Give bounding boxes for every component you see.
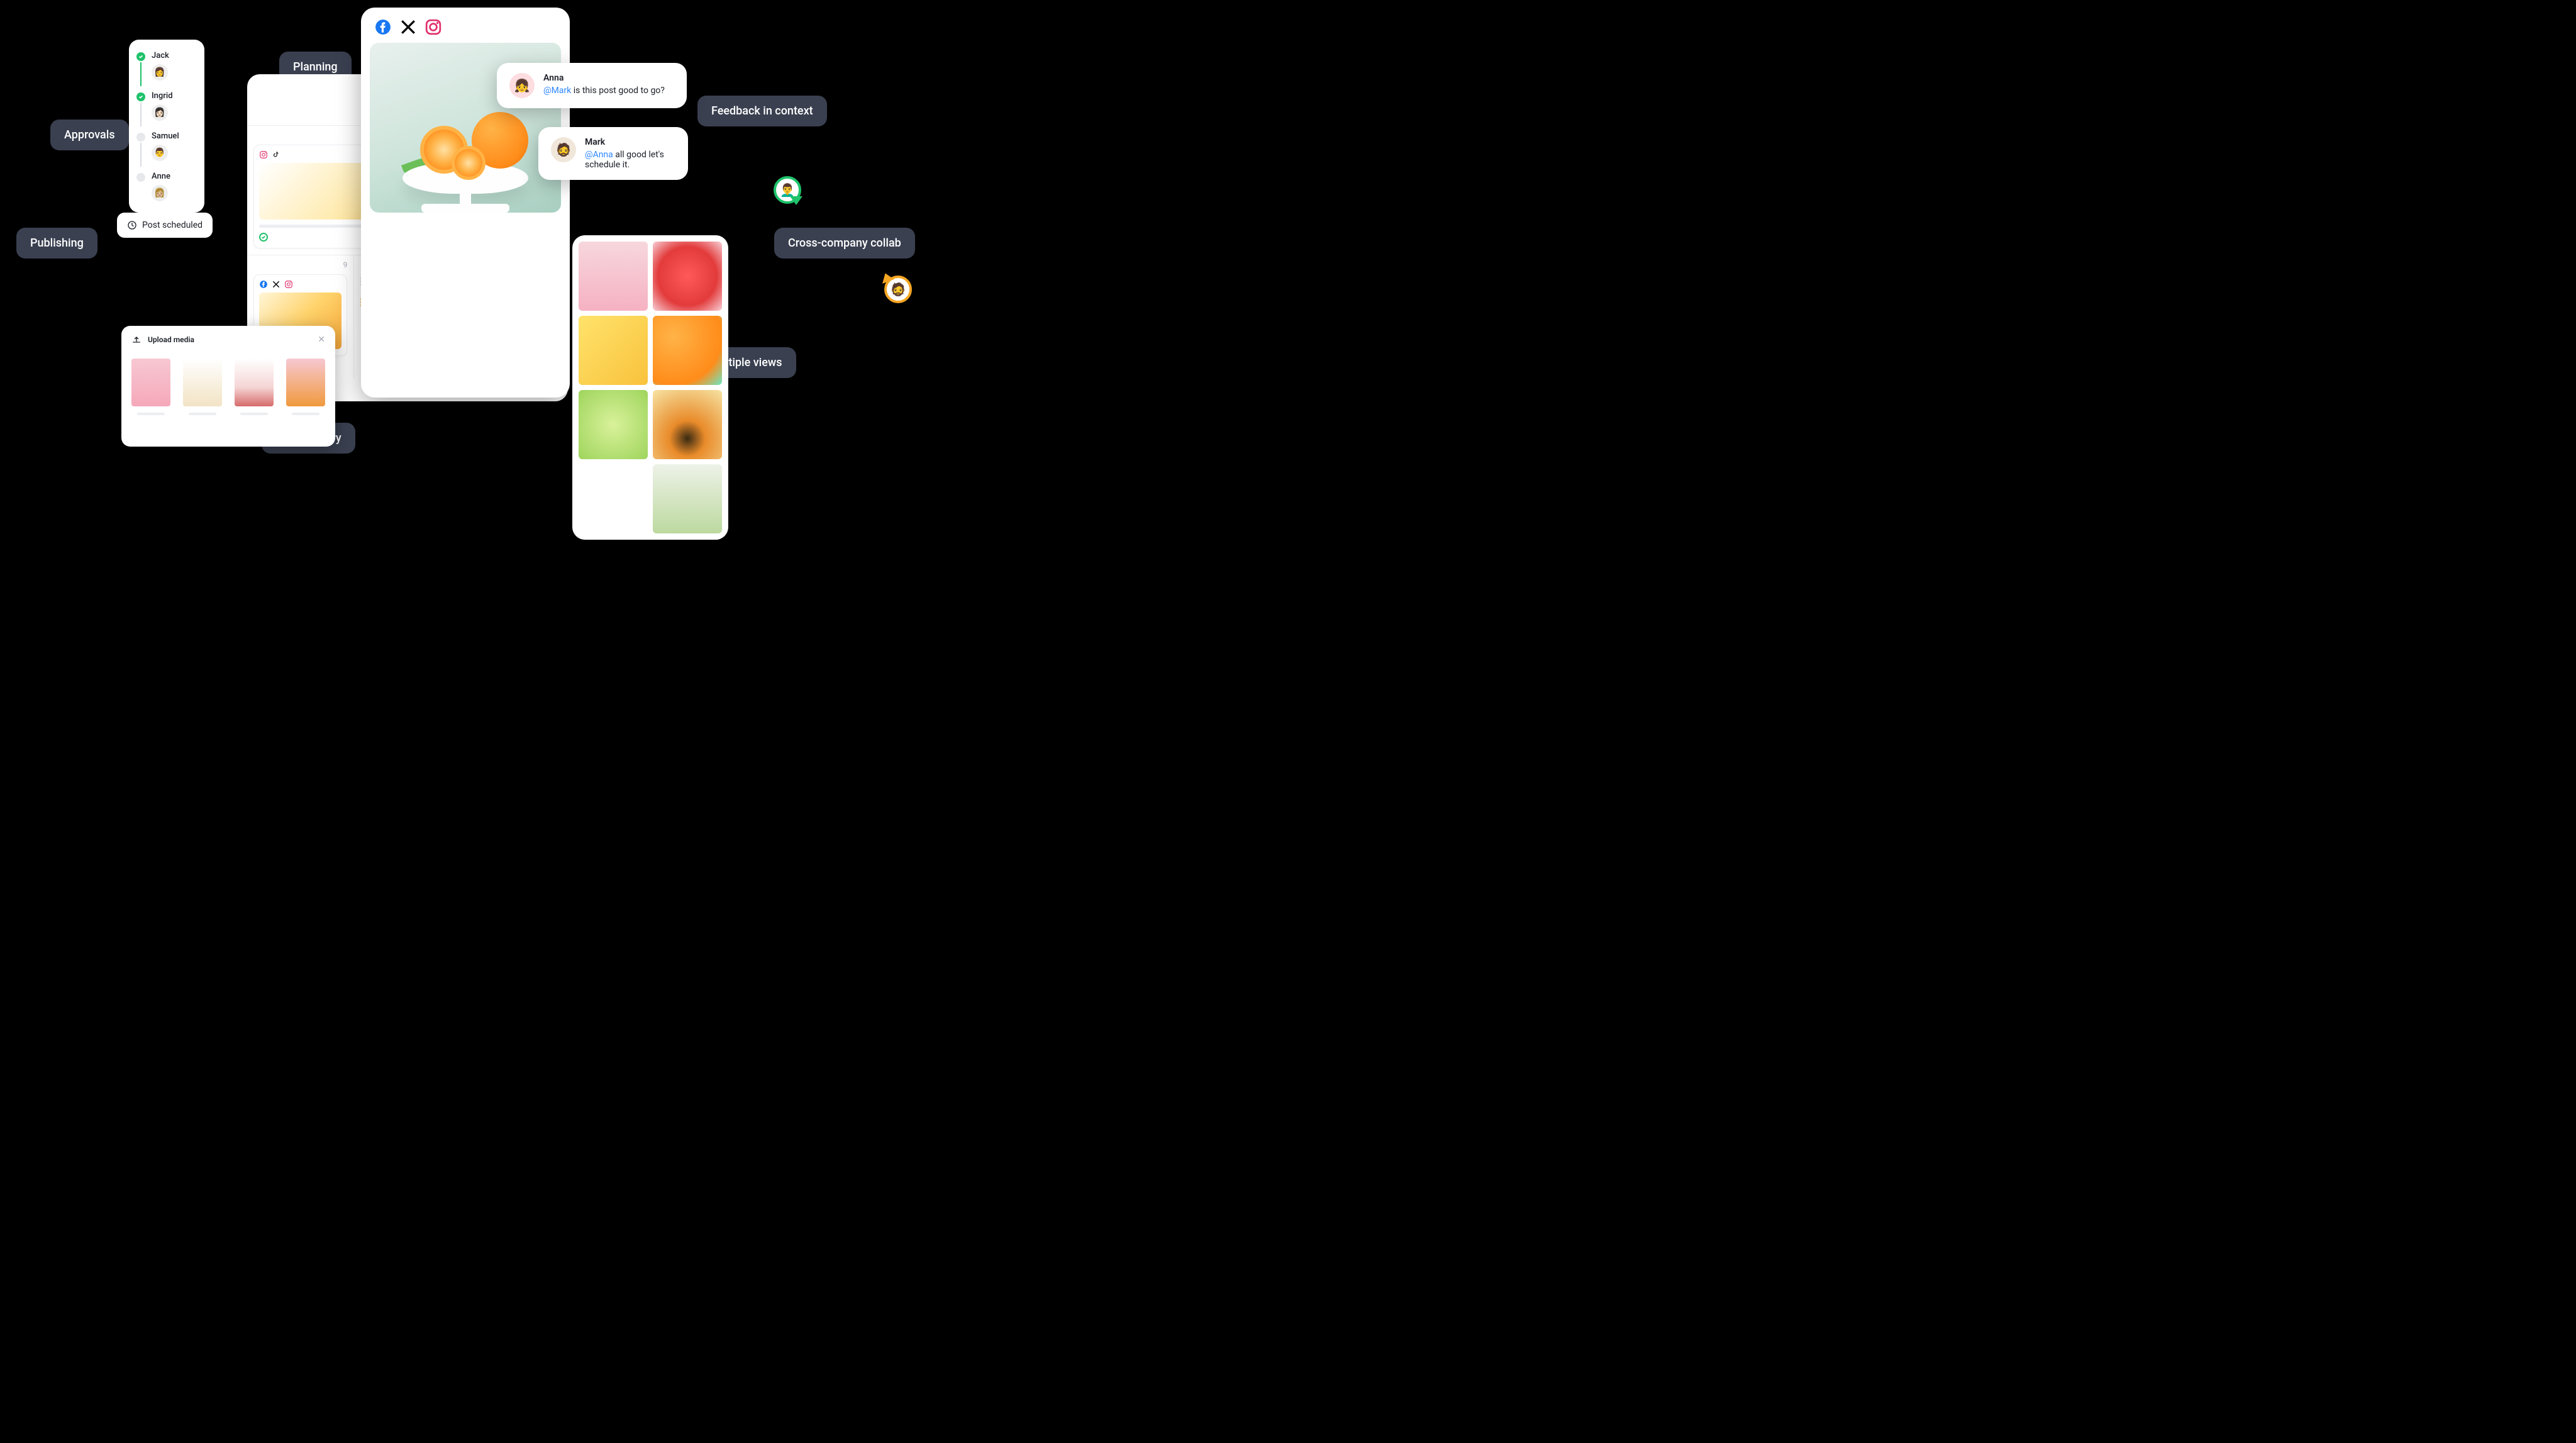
avatar: 👩 xyxy=(152,64,168,81)
gallery-tile[interactable] xyxy=(653,242,722,311)
upload-thumb[interactable] xyxy=(286,359,325,415)
gallery-tile[interactable] xyxy=(653,316,722,385)
orange-decoration xyxy=(452,146,486,180)
upload-title: Upload media xyxy=(148,335,311,344)
avatar: 👩🏻 xyxy=(152,104,168,121)
upload-media-card: Upload media ✕ xyxy=(121,326,335,447)
connector-line xyxy=(140,143,142,167)
tiktok-icon xyxy=(272,150,280,159)
avatar: 🧔 xyxy=(551,137,576,162)
facebook-icon xyxy=(259,280,268,289)
pending-dot-icon xyxy=(136,173,145,182)
gallery-tile[interactable] xyxy=(579,316,648,385)
pending-dot-icon xyxy=(136,133,145,142)
gallery-tile[interactable] xyxy=(579,390,648,459)
connector-line xyxy=(140,62,142,86)
check-icon xyxy=(136,52,145,61)
canvas: Approvals Publishing Planning Media libr… xyxy=(0,0,916,513)
thumb-image xyxy=(131,359,170,406)
close-icon[interactable]: ✕ xyxy=(318,335,325,345)
approvals-card: Jack 👩 Ingrid 👩🏻 Samuel � xyxy=(129,40,204,213)
connector-line xyxy=(140,103,142,126)
thumb-image xyxy=(183,359,222,406)
comment-text: @Mark is this post good to go? xyxy=(543,86,665,96)
gallery-tile[interactable] xyxy=(653,464,722,533)
upload-thumb[interactable] xyxy=(131,359,170,415)
x-icon xyxy=(272,280,280,289)
approval-name: Samuel xyxy=(152,131,179,141)
comment-author: Anna xyxy=(543,73,665,83)
approvals-label: Approvals xyxy=(50,120,129,150)
gallery-tile[interactable] xyxy=(579,242,648,311)
clock-icon xyxy=(127,220,137,230)
approved-status-icon xyxy=(259,233,268,242)
avatar: 👨‍🦱 xyxy=(780,182,796,198)
comment-bubble[interactable]: 🧔 Mark @Anna all good let's schedule it. xyxy=(538,127,688,180)
comment-author: Mark xyxy=(585,137,675,147)
facebook-icon[interactable] xyxy=(375,19,391,35)
upload-thumb[interactable] xyxy=(183,359,222,415)
avatar: 👧 xyxy=(509,73,535,98)
presence-cursor: 👨‍🦱 xyxy=(774,176,801,204)
avatar: 👨 xyxy=(152,145,168,161)
gallery-tile[interactable] xyxy=(653,390,722,459)
thumb-image xyxy=(286,359,325,406)
progress-bar xyxy=(240,413,268,415)
cursor-icon xyxy=(790,196,802,205)
check-icon xyxy=(136,92,145,101)
instagram-icon[interactable] xyxy=(425,19,441,35)
upload-icon xyxy=(131,335,142,345)
instagram-icon xyxy=(259,150,268,159)
avatar: 🧔 xyxy=(891,282,906,297)
presence-cursor: 🧔 xyxy=(884,276,912,303)
chip-text: Post scheduled xyxy=(142,220,203,230)
publishing-label: Publishing xyxy=(16,228,97,259)
approval-item[interactable]: Ingrid 👩🏻 xyxy=(136,91,197,126)
post-scheduled-chip: Post scheduled xyxy=(117,213,213,238)
comment-bubble[interactable]: 👧 Anna @Mark is this post good to go? xyxy=(497,63,687,108)
upload-thumb[interactable] xyxy=(235,359,274,415)
approval-item[interactable]: Anne 👩🏼 xyxy=(136,172,197,201)
progress-bar xyxy=(189,413,216,415)
mention[interactable]: @Mark xyxy=(543,86,571,96)
approval-name: Ingrid xyxy=(152,91,173,101)
day-number: 9 xyxy=(343,260,348,269)
cross-company-label: Cross-company collab xyxy=(774,228,915,259)
feedback-label: Feedback in context xyxy=(697,96,827,126)
instagram-icon xyxy=(284,280,293,289)
approval-name: Anne xyxy=(152,172,170,181)
approval-item[interactable]: Jack 👩 xyxy=(136,51,197,86)
approval-name: Jack xyxy=(152,51,169,60)
mention[interactable]: @Anna xyxy=(585,150,613,160)
progress-bar xyxy=(292,413,319,415)
avatar: 👩🏼 xyxy=(152,185,168,201)
thumb-image xyxy=(235,359,274,406)
x-icon[interactable] xyxy=(400,19,416,35)
comment-text: @Anna all good let's schedule it. xyxy=(585,150,675,170)
gallery-grid xyxy=(572,235,728,540)
approval-item[interactable]: Samuel 👨 xyxy=(136,131,197,167)
progress-bar xyxy=(137,413,165,415)
cakestand-decoration xyxy=(421,204,509,213)
